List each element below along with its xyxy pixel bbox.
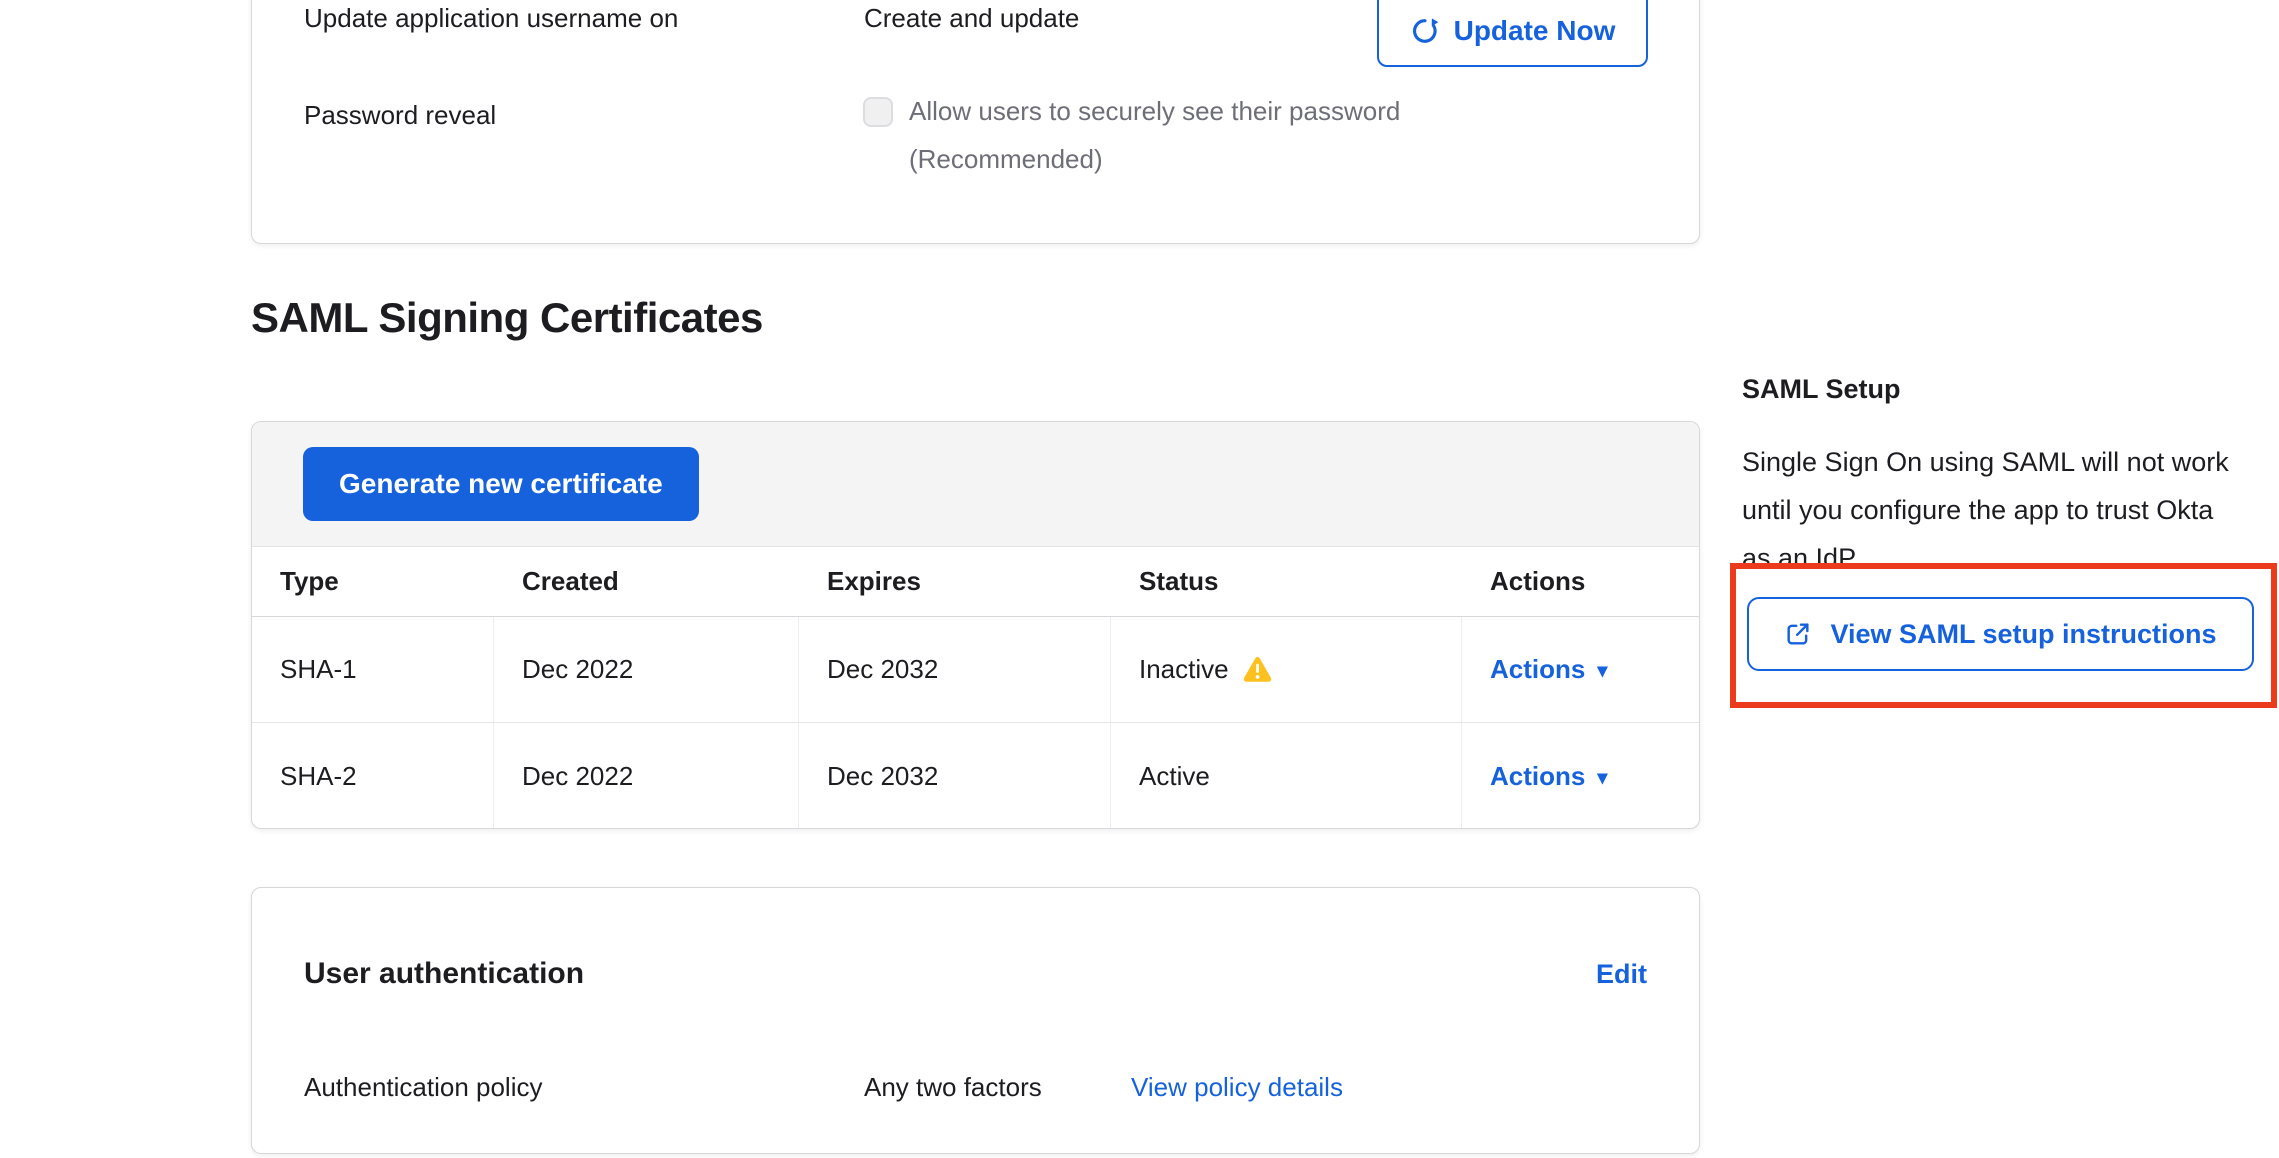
- edit-link[interactable]: Edit: [1596, 959, 1647, 990]
- cert-actions-cell: Actions ▾: [1462, 723, 1699, 829]
- warning-icon: [1243, 656, 1272, 683]
- actions-label: Actions: [1490, 761, 1585, 791]
- generate-certificate-button[interactable]: Generate new certificate: [303, 447, 699, 521]
- actions-label: Actions: [1490, 654, 1585, 684]
- saml-setup-description: Single Sign On using SAML will not work …: [1742, 438, 2247, 582]
- col-header-status: Status: [1111, 547, 1462, 616]
- cert-expires: Dec 2032: [799, 723, 1111, 829]
- external-link-icon: [1784, 620, 1812, 648]
- chevron-down-icon: ▾: [1597, 765, 1607, 790]
- cert-type: SHA-1: [252, 617, 494, 722]
- user-authentication-card: User authentication Edit Authentication …: [251, 887, 1700, 1154]
- cert-actions-cell: Actions ▾: [1462, 617, 1699, 722]
- table-row: SHA-2 Dec 2022 Dec 2032 Active Actions ▾: [252, 723, 1699, 829]
- password-reveal-label: Password reveal: [304, 100, 496, 131]
- checkbox-label: Allow users to securely see their passwo…: [909, 87, 1400, 135]
- certificates-card-toolbar: Generate new certificate: [252, 422, 1699, 547]
- card-title: User authentication: [304, 957, 584, 991]
- red-highlight-annotation: View SAML setup instructions: [1730, 563, 2277, 708]
- col-header-type: Type: [252, 547, 494, 616]
- actions-dropdown[interactable]: Actions ▾: [1490, 654, 1607, 685]
- username-update-value: Create and update: [864, 3, 1079, 34]
- cert-type: SHA-2: [252, 723, 494, 829]
- policy-label: Authentication policy: [304, 1072, 542, 1103]
- provisioning-settings-card: Update application username on Create an…: [251, 0, 1700, 244]
- refresh-icon: [1410, 16, 1440, 46]
- col-header-actions: Actions: [1462, 547, 1699, 616]
- cert-created: Dec 2022: [494, 617, 799, 722]
- page-title: SAML Signing Certificates: [251, 294, 763, 342]
- cert-status: Active: [1111, 723, 1462, 829]
- saml-certificates-card: Generate new certificate Type Created Ex…: [251, 421, 1700, 829]
- saml-setup-title: SAML Setup: [1742, 374, 1901, 405]
- cert-status: Inactive: [1111, 617, 1462, 722]
- chevron-down-icon: ▾: [1597, 658, 1607, 683]
- cert-created: Dec 2022: [494, 723, 799, 829]
- password-reveal-checkbox[interactable]: [863, 97, 893, 127]
- status-badge: Inactive: [1139, 654, 1229, 685]
- certificates-table-header: Type Created Expires Status Actions: [252, 547, 1699, 617]
- table-row: SHA-1 Dec 2022 Dec 2032 Inactive Actions…: [252, 617, 1699, 723]
- view-policy-details-link[interactable]: View policy details: [1131, 1072, 1343, 1103]
- view-saml-instructions-button[interactable]: View SAML setup instructions: [1747, 597, 2254, 671]
- update-now-label: Update Now: [1454, 15, 1616, 47]
- col-header-created: Created: [494, 547, 799, 616]
- password-reveal-description: Allow users to securely see their passwo…: [909, 87, 1400, 183]
- actions-dropdown[interactable]: Actions ▾: [1490, 761, 1607, 792]
- update-now-button[interactable]: Update Now: [1377, 0, 1648, 67]
- checkbox-note: (Recommended): [909, 135, 1400, 183]
- username-update-label: Update application username on: [304, 3, 678, 34]
- col-header-expires: Expires: [799, 547, 1111, 616]
- policy-value: Any two factors: [864, 1072, 1042, 1103]
- view-saml-instructions-label: View SAML setup instructions: [1830, 619, 2216, 650]
- status-badge: Active: [1139, 761, 1210, 792]
- cert-expires: Dec 2032: [799, 617, 1111, 722]
